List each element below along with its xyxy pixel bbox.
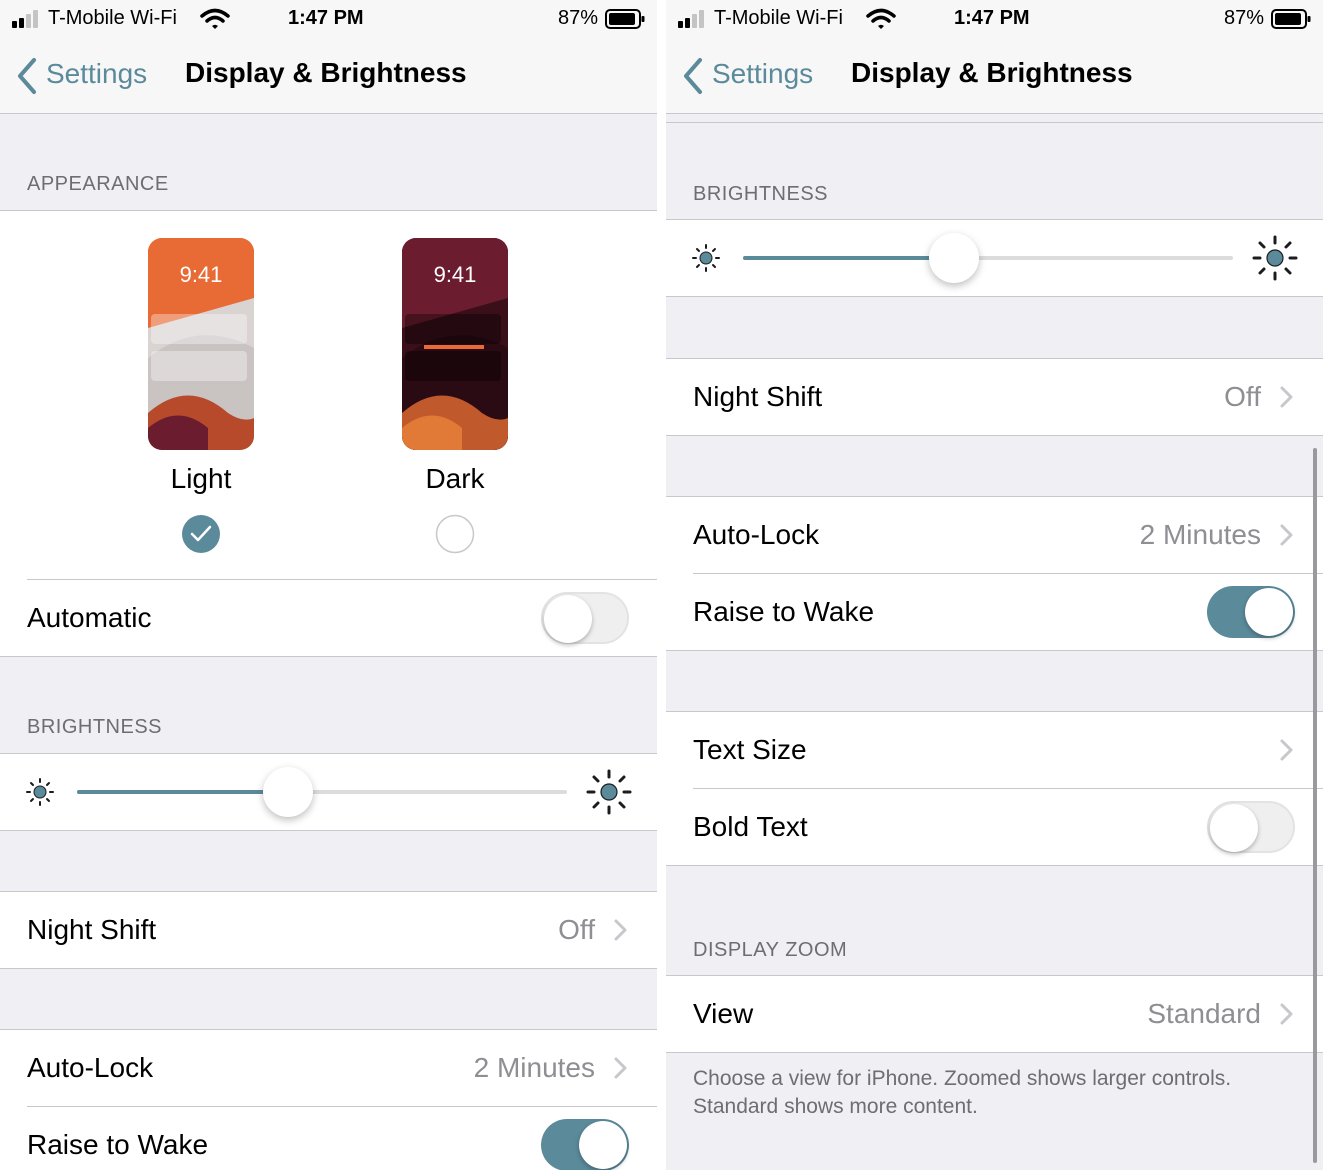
automatic-label: Automatic xyxy=(27,602,152,633)
brightness-slider[interactable] xyxy=(77,767,567,817)
battery-icon xyxy=(605,9,645,29)
bold-text-toggle[interactable] xyxy=(1207,801,1295,853)
toggle-knob xyxy=(544,595,592,643)
raise-to-wake-label: Raise to Wake xyxy=(27,1129,209,1160)
slider-fill xyxy=(77,790,288,794)
dark-mode-preview: 9:41 xyxy=(402,238,508,450)
night-shift-row[interactable]: Night Shift Off xyxy=(0,891,657,969)
navigation-bar: T-Mobile Wi-Fi 1:47 PM 87% Settings Disp… xyxy=(0,0,657,114)
sun-large-icon xyxy=(1252,235,1298,281)
back-label: Settings xyxy=(46,58,148,89)
auto-lock-label: Auto-Lock xyxy=(27,1052,154,1083)
chevron-right-icon xyxy=(1280,524,1293,546)
appearance-option-dark[interactable]: 9:41 Dark xyxy=(375,231,535,561)
automatic-toggle[interactable] xyxy=(541,592,629,644)
auto-lock-value: 2 Minutes xyxy=(1139,519,1261,550)
raise-to-wake-label: Raise to Wake xyxy=(693,596,875,627)
text-group: Text Size Bold Text xyxy=(666,711,1323,866)
brightness-group xyxy=(666,219,1323,297)
light-label: Light xyxy=(170,463,232,494)
text-size-row[interactable]: Text Size xyxy=(666,712,1323,788)
bold-text-label: Bold Text xyxy=(693,811,808,842)
raise-to-wake-toggle[interactable] xyxy=(1207,586,1295,638)
light-mode-preview: 9:41 xyxy=(148,238,254,450)
raise-to-wake-toggle[interactable] xyxy=(541,1119,629,1170)
auto-lock-label: Auto-Lock xyxy=(693,519,820,550)
slider-fill xyxy=(743,256,954,260)
lock-group: Auto-Lock 2 Minutes Raise to Wake xyxy=(0,1029,657,1170)
chevron-right-icon xyxy=(1280,386,1293,408)
brightness-slider[interactable] xyxy=(743,233,1233,283)
night-shift-row[interactable]: Night Shift Off xyxy=(666,358,1323,436)
toggle-knob xyxy=(1210,804,1258,852)
light-preview-time: 9:41 xyxy=(179,262,223,287)
lock-group: Auto-Lock 2 Minutes Raise to Wake xyxy=(666,496,1323,651)
scroll-indicator[interactable] xyxy=(1313,448,1317,1163)
battery-percentage: 87% xyxy=(1224,7,1265,29)
slider-thumb[interactable] xyxy=(263,767,313,817)
appearance-group: 9:41 Light 9:41 Dark Automatic xyxy=(0,210,657,657)
view-row[interactable]: View Standard xyxy=(666,975,1323,1053)
separator xyxy=(666,122,1323,123)
dark-preview-time: 9:41 xyxy=(433,262,477,287)
battery-icon xyxy=(1271,9,1311,29)
appearance-option-light[interactable]: 9:41 Light xyxy=(121,231,281,561)
view-label: View xyxy=(693,998,754,1029)
toggle-knob xyxy=(579,1121,627,1169)
cellular-signal-icon xyxy=(12,10,38,28)
brightness-group xyxy=(0,753,657,831)
cellular-signal-icon xyxy=(678,10,704,28)
status-time: 1:47 PM xyxy=(288,7,364,29)
brightness-header: BRIGHTNESS xyxy=(693,183,829,205)
night-shift-value: Off xyxy=(558,914,595,945)
back-button[interactable]: Settings xyxy=(10,52,160,100)
display-zoom-footer: Choose a view for iPhone. Zoomed shows l… xyxy=(693,1067,1232,1118)
night-shift-value: Off xyxy=(1224,381,1261,412)
appearance-header: APPEARANCE xyxy=(27,173,169,195)
battery-percentage: 87% xyxy=(558,7,599,29)
auto-lock-value: 2 Minutes xyxy=(473,1052,595,1083)
auto-lock-row[interactable]: Auto-Lock 2 Minutes xyxy=(0,1030,657,1106)
carrier-name: T-Mobile Wi-Fi xyxy=(714,7,843,29)
raise-to-wake-row[interactable]: Raise to Wake xyxy=(0,1107,657,1170)
back-button[interactable]: Settings xyxy=(676,52,826,100)
left-screen: T-Mobile Wi-Fi 1:47 PM 87% Settings Disp… xyxy=(0,0,657,1170)
chevron-left-icon xyxy=(684,58,702,94)
chevron-right-icon xyxy=(614,919,627,941)
brightness-header: BRIGHTNESS xyxy=(27,716,163,738)
page-title: Display & Brightness xyxy=(851,57,1133,88)
carrier-name: T-Mobile Wi-Fi xyxy=(48,7,177,29)
navigation-bar: T-Mobile Wi-Fi 1:47 PM 87% Settings Disp… xyxy=(666,0,1323,114)
display-zoom-header: DISPLAY ZOOM xyxy=(693,939,848,961)
wifi-icon xyxy=(866,8,896,29)
wifi-icon xyxy=(200,8,230,29)
night-shift-label: Night Shift xyxy=(693,381,823,412)
raise-to-wake-row[interactable]: Raise to Wake xyxy=(666,574,1323,650)
dark-label: Dark xyxy=(425,463,485,494)
chevron-left-icon xyxy=(18,58,36,94)
toggle-knob xyxy=(1245,588,1293,636)
light-selected-checkmark-icon xyxy=(182,515,220,553)
right-screen: T-Mobile Wi-Fi 1:47 PM 87% Settings Disp… xyxy=(666,0,1323,1170)
chevron-right-icon xyxy=(1280,1003,1293,1025)
auto-lock-row[interactable]: Auto-Lock 2 Minutes xyxy=(666,497,1323,573)
chevron-right-icon xyxy=(614,1057,627,1079)
slider-thumb[interactable] xyxy=(929,233,979,283)
page-title: Display & Brightness xyxy=(185,57,467,88)
view-value: Standard xyxy=(1147,998,1261,1029)
back-label: Settings xyxy=(712,58,814,89)
sun-small-icon xyxy=(26,778,54,806)
automatic-row[interactable]: Automatic xyxy=(0,580,657,656)
status-time: 1:47 PM xyxy=(954,7,1030,29)
night-shift-label: Night Shift xyxy=(27,914,157,945)
sun-small-icon xyxy=(692,244,720,272)
text-size-label: Text Size xyxy=(693,734,807,765)
dark-unselected-radio-icon xyxy=(435,514,475,554)
chevron-right-icon xyxy=(1280,739,1293,761)
sun-large-icon xyxy=(586,769,632,815)
bold-text-row[interactable]: Bold Text xyxy=(666,789,1323,865)
